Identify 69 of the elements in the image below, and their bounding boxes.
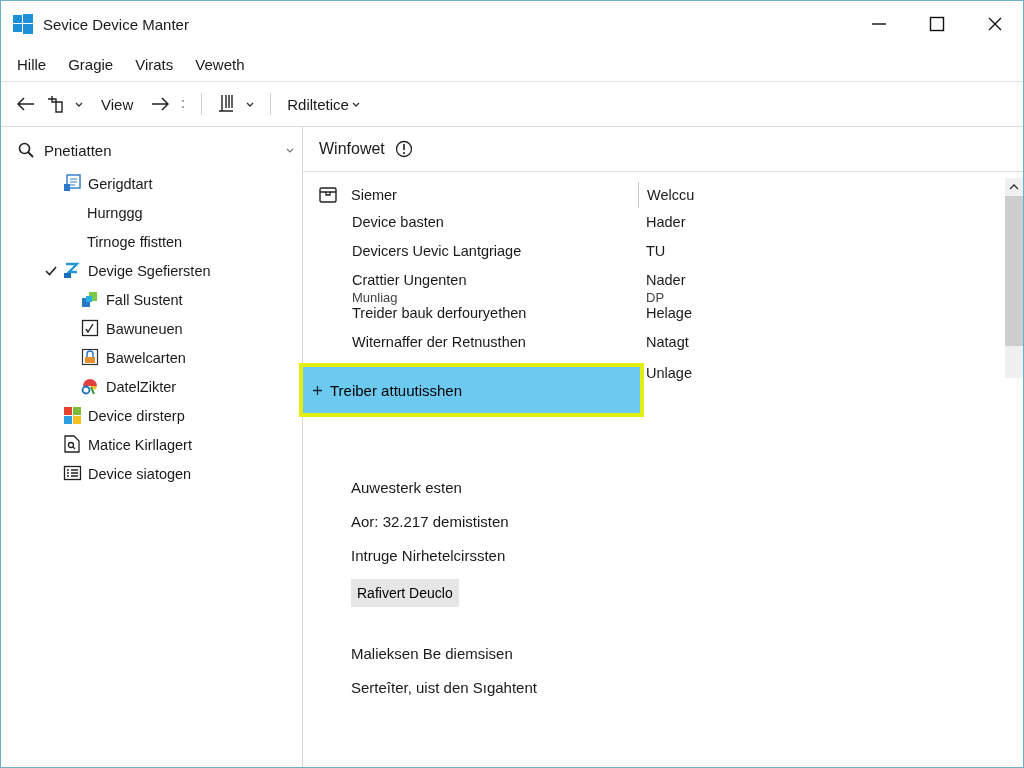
scrollbar[interactable] bbox=[1005, 178, 1023, 378]
table-cell-text: Helage bbox=[646, 305, 693, 321]
table-cell-text: Nader bbox=[646, 272, 687, 288]
column-header[interactable]: Siemer bbox=[351, 187, 397, 203]
table-cell-text: Natagt bbox=[646, 334, 690, 350]
table-cell-text: Devicers Uevic Lantgriage bbox=[352, 243, 523, 259]
document-search-icon bbox=[63, 435, 82, 454]
info-icon bbox=[394, 140, 413, 158]
menu-item[interactable]: Hille bbox=[17, 55, 47, 73]
back-arrow-icon[interactable] bbox=[17, 97, 35, 111]
table-cell-text: Treider bauk derfouryethen bbox=[352, 305, 528, 321]
column-header[interactable]: Welccu bbox=[647, 187, 695, 203]
caret-icon[interactable] bbox=[75, 101, 83, 107]
caret-icon bbox=[351, 101, 360, 107]
tree-item[interactable]: Gerigdtart bbox=[88, 175, 153, 192]
search-field[interactable]: Pnetiatten bbox=[1, 139, 302, 161]
tree-item[interactable]: Hurnggg bbox=[87, 204, 143, 221]
footer-text: Serteîter, uist den Sıgahtent bbox=[351, 679, 538, 696]
caret-icon[interactable] bbox=[246, 101, 255, 107]
window-title: Sevice Device Manter bbox=[43, 15, 189, 33]
chevron-icon bbox=[286, 147, 294, 153]
table-cell-text: TU bbox=[646, 243, 667, 259]
tree-item[interactable]: Device siatogen bbox=[88, 465, 192, 482]
blocks-icon bbox=[81, 290, 100, 309]
windows-tiles-icon bbox=[63, 406, 82, 425]
forward-arrow-icon[interactable] bbox=[151, 97, 170, 111]
menu-item[interactable]: Virats bbox=[135, 55, 174, 73]
scroll-thumb[interactable] bbox=[1005, 196, 1023, 346]
detail-text: Auwesterk esten bbox=[351, 479, 462, 496]
tool-icon[interactable] bbox=[218, 94, 235, 114]
table-cell-text: Hader bbox=[646, 214, 687, 230]
update-driver-button[interactable]: Treiber attuutisshen bbox=[299, 363, 644, 417]
menu-item[interactable]: Veweth bbox=[195, 55, 245, 73]
checkbox-icon bbox=[81, 319, 100, 338]
tree-item[interactable]: DatelZikter bbox=[106, 378, 177, 395]
table-cell-text: DP bbox=[646, 290, 666, 305]
section-title: Winfowet bbox=[319, 140, 385, 158]
windows-logo-icon bbox=[13, 14, 33, 34]
plus-icon bbox=[313, 385, 322, 395]
plug-icon bbox=[63, 261, 82, 280]
page-icon[interactable] bbox=[47, 95, 63, 113]
panel-icon bbox=[63, 174, 82, 193]
maximize-icon[interactable] bbox=[929, 16, 945, 32]
table-cell-text: Crattier Ungenten bbox=[352, 272, 468, 288]
scroll-up-icon[interactable] bbox=[1009, 184, 1019, 190]
detail-text: Intruge Nirhetelcirssten bbox=[351, 547, 506, 564]
filter-dropdown[interactable]: Rdiltetice bbox=[287, 95, 360, 113]
view-button[interactable]: View bbox=[101, 95, 134, 113]
search-icon bbox=[18, 142, 34, 158]
detail-text: Aor: 32.217 demististen bbox=[351, 513, 509, 530]
table-cell-text: Munliag bbox=[352, 290, 399, 305]
close-icon[interactable] bbox=[987, 16, 1003, 32]
lock-icon bbox=[81, 348, 100, 367]
tree-item[interactable]: Matice Kirllagert bbox=[88, 436, 192, 453]
tree-item[interactable]: Bawuneuen bbox=[106, 320, 183, 337]
box-icon bbox=[319, 187, 337, 203]
tree-item[interactable]: Bawelcarten bbox=[106, 349, 186, 366]
list-icon bbox=[63, 464, 82, 483]
palette-icon bbox=[81, 377, 100, 396]
revert-button[interactable]: Rafivert Deuclo bbox=[351, 579, 459, 607]
tree-item[interactable]: Devige Sgefiersten bbox=[88, 262, 211, 279]
menu-item[interactable]: Gragie bbox=[68, 55, 114, 73]
tree-item[interactable]: Tirnoge ffistten bbox=[87, 233, 183, 250]
table-cell-text: Witernaffer der Retnusthen bbox=[352, 334, 527, 350]
table-cell-text: Unlage bbox=[646, 365, 693, 381]
tree-item[interactable]: Device dirsterp bbox=[88, 407, 185, 424]
footer-text: Malieksen Be diemsisen bbox=[351, 645, 514, 662]
tree-item[interactable]: Fall Sustent bbox=[106, 291, 183, 308]
table-cell-text: Device basten bbox=[352, 214, 445, 230]
